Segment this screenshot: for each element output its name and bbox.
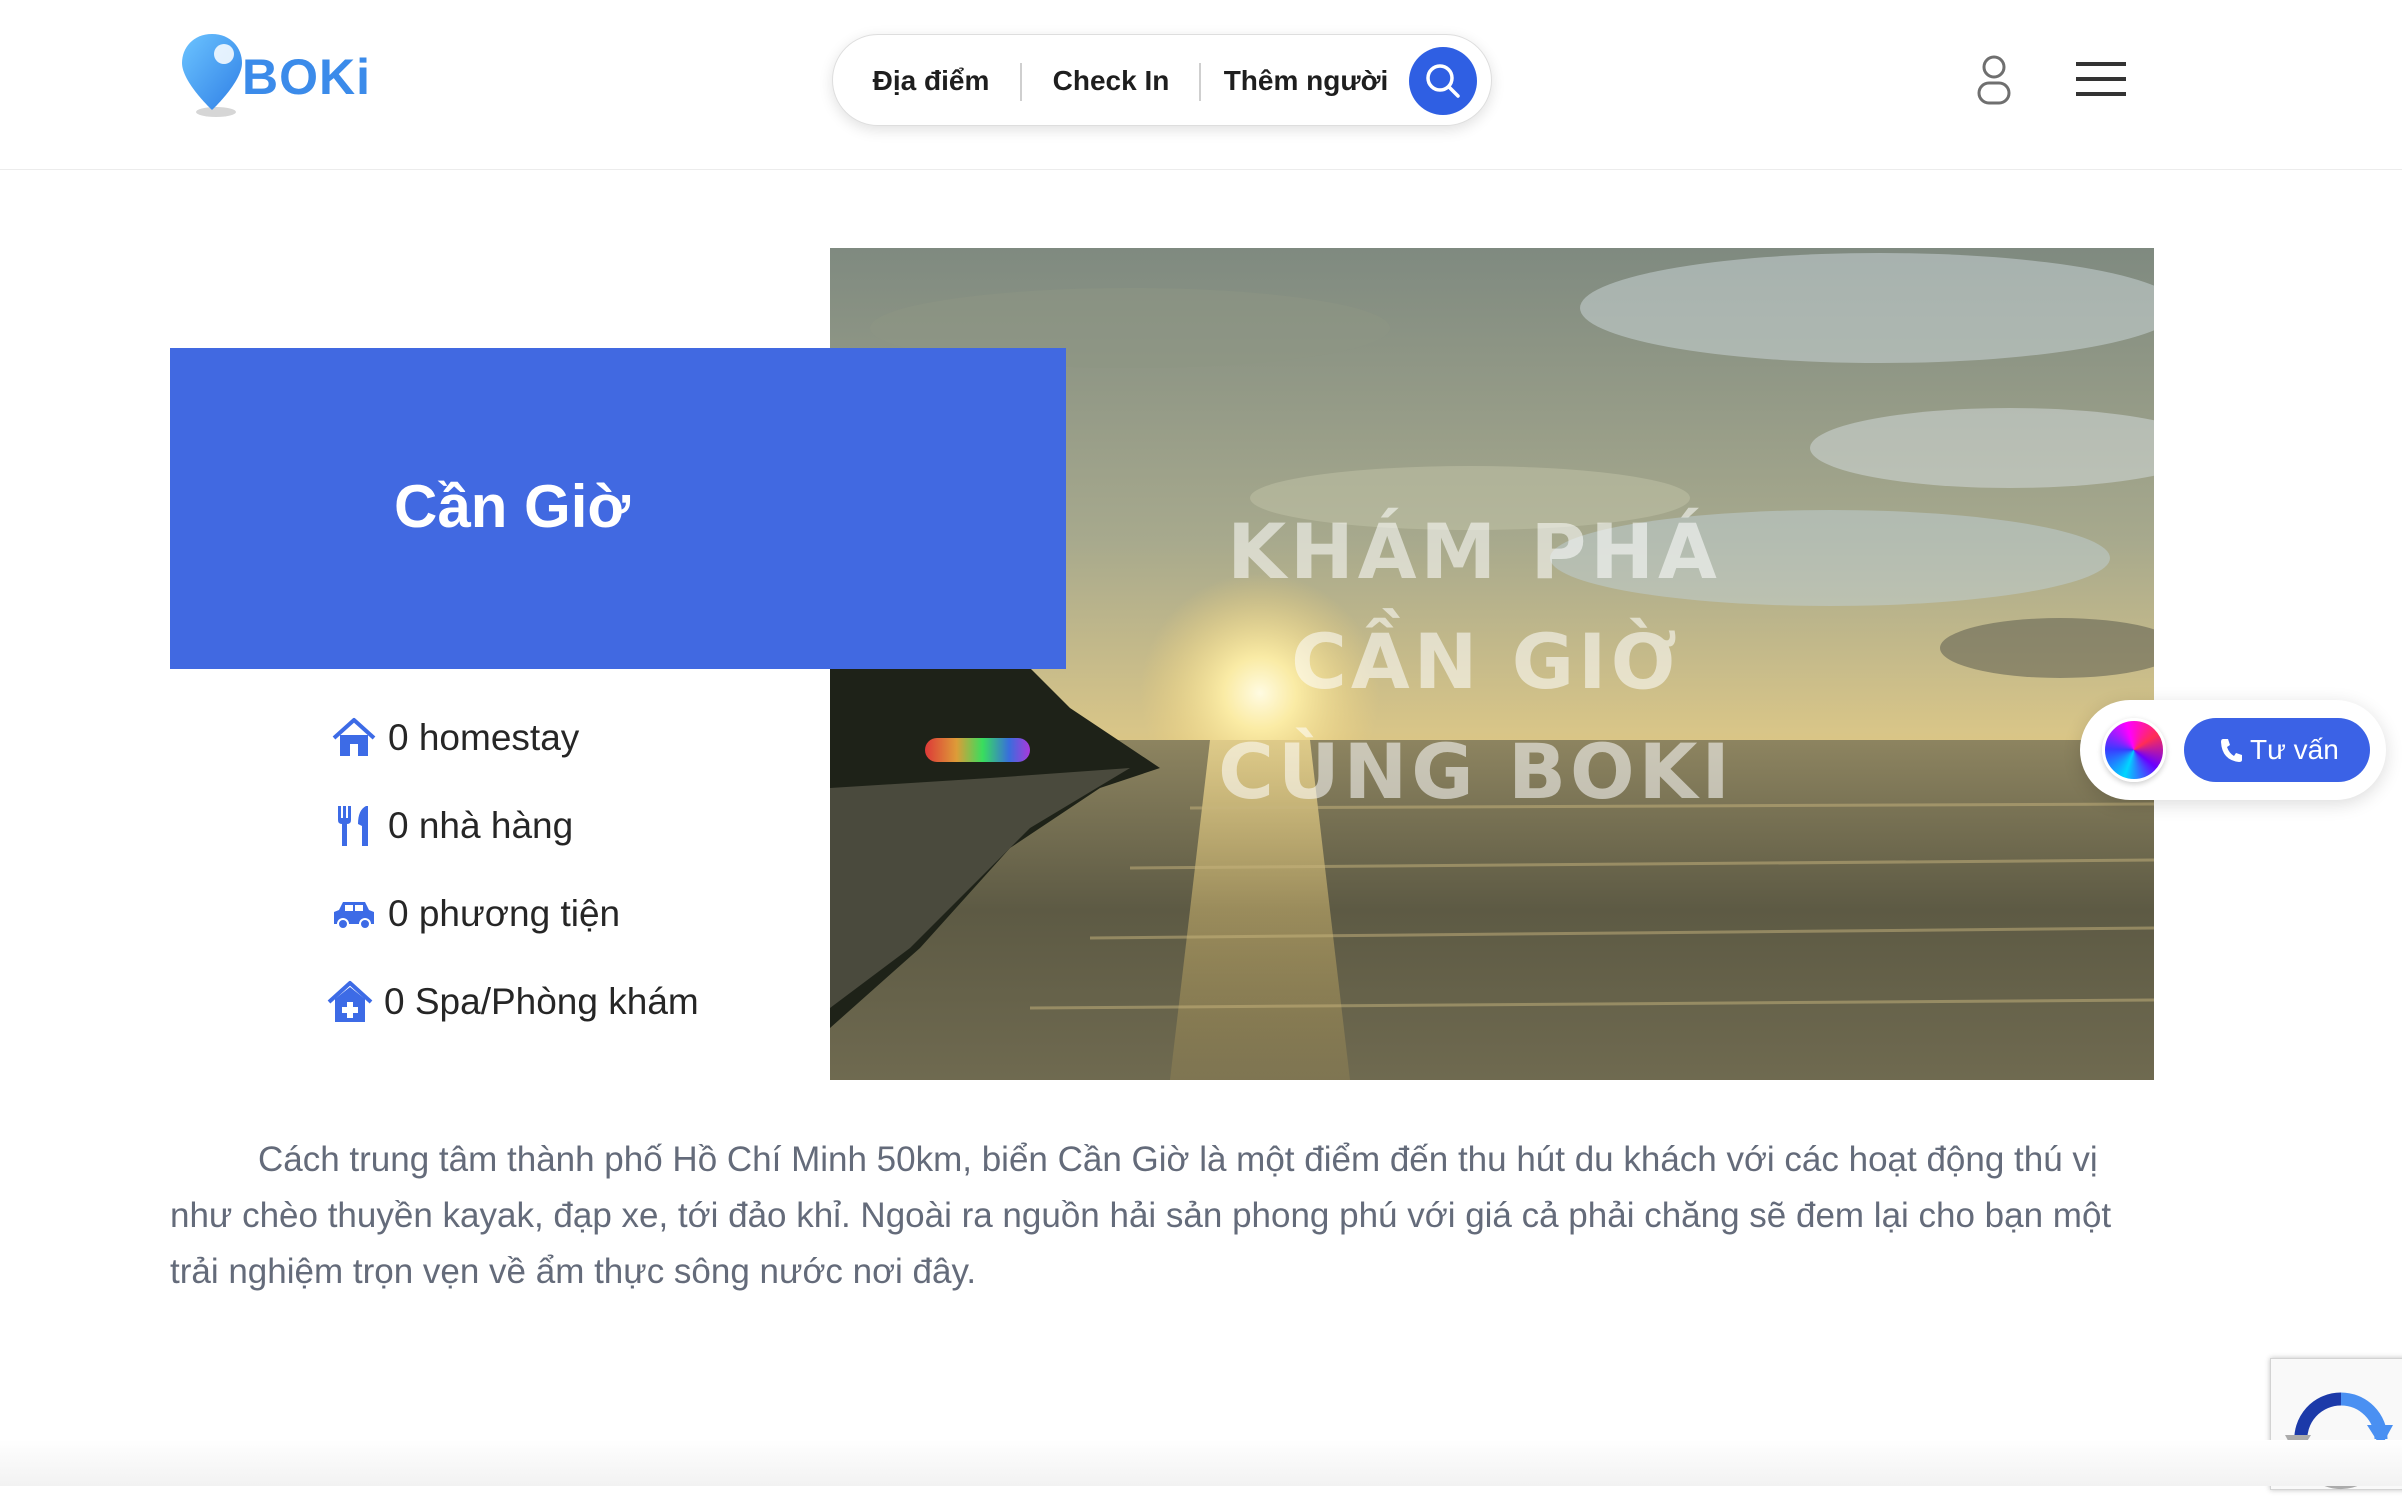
map-pin-logo-icon xyxy=(182,34,242,117)
restaurant-icon xyxy=(338,806,368,846)
search-bar: Địa điểm Check In Thêm người xyxy=(832,34,1492,126)
stat-homestay-label: 0 homestay xyxy=(388,717,580,758)
stat-restaurant[interactable]: 0 nhà hàng xyxy=(330,798,573,854)
user-icon[interactable] xyxy=(1972,54,2016,106)
site-header: BOKi Địa điểm Check In Thêm người xyxy=(0,0,2402,170)
phone-icon xyxy=(2221,739,2242,762)
stat-vehicle-label: 0 phương tiện xyxy=(388,893,621,934)
destination-title-box: Cần Giờ xyxy=(170,348,1066,669)
car-icon xyxy=(334,902,374,930)
location-field[interactable]: Địa điểm xyxy=(851,35,1011,127)
search-button[interactable] xyxy=(1409,47,1477,115)
stat-vehicle[interactable]: 0 phương tiện xyxy=(330,886,620,942)
guests-field[interactable]: Thêm người xyxy=(1211,35,1401,127)
overlay-line-1: KHÁM PHÁ xyxy=(1227,507,1721,596)
consult-label: Tư vấn xyxy=(2250,734,2339,765)
consult-widget: Tư vấn xyxy=(2080,700,2386,800)
divider xyxy=(1020,63,1022,101)
logo-text: BOKi xyxy=(242,49,371,105)
stat-restaurant-label: 0 nhà hàng xyxy=(388,805,574,846)
checkin-field[interactable]: Check In xyxy=(1031,35,1191,127)
stat-clinic-label: 0 Spa/Phòng khám xyxy=(384,981,699,1022)
hamburger-menu-icon[interactable] xyxy=(2076,60,2126,98)
clinic-icon xyxy=(327,981,373,1022)
page-bottom-edge xyxy=(0,1440,2402,1486)
destination-description: Cách trung tâm thành phố Hồ Chí Minh 50k… xyxy=(170,1140,2112,1291)
overlay-line-2: CẦN GIỜ xyxy=(1291,607,1681,706)
search-icon xyxy=(1426,64,1460,98)
stat-homestay[interactable]: 0 homestay xyxy=(330,710,579,766)
divider xyxy=(1199,63,1201,101)
home-icon xyxy=(332,718,376,756)
consult-button[interactable]: Tư vấn xyxy=(2184,718,2370,782)
destination-title: Cần Giờ xyxy=(394,473,631,540)
overlay-line-3: CÙNG BOKI xyxy=(1218,726,1734,816)
chat-avatar-icon[interactable] xyxy=(2102,718,2166,782)
boki-logo[interactable]: BOKi xyxy=(178,30,378,122)
stat-clinic[interactable]: 0 Spa/Phòng khám xyxy=(326,974,699,1030)
